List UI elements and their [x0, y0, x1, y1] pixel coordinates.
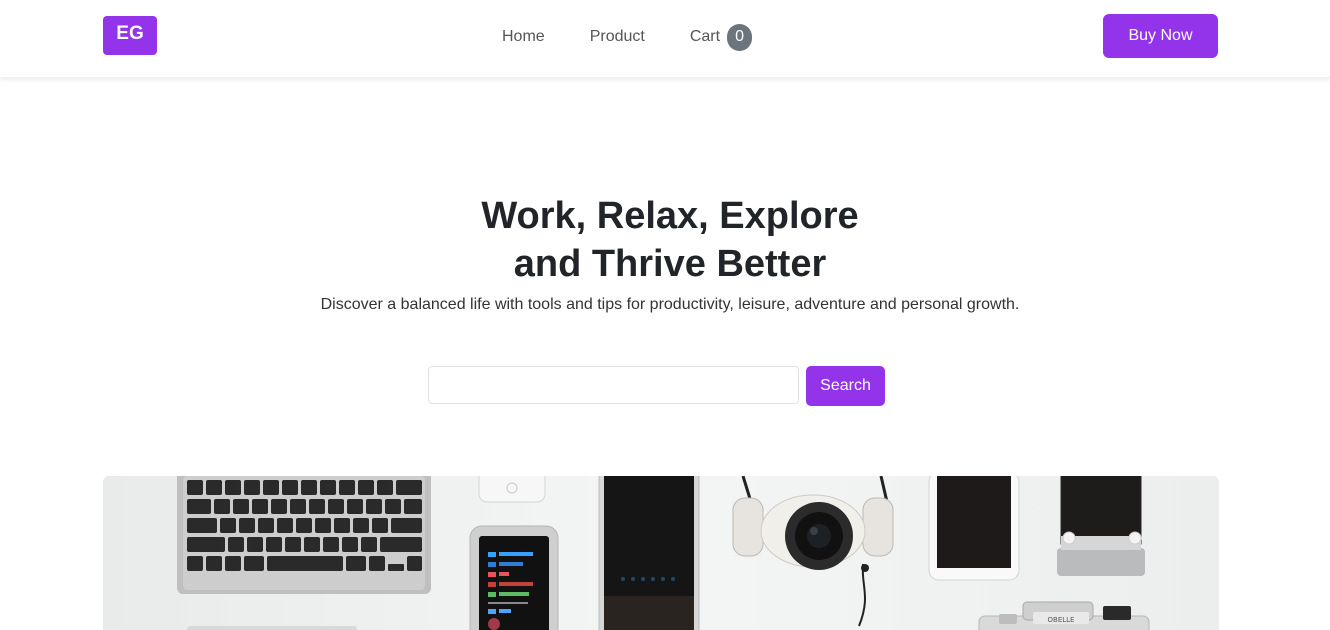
brand-logo[interactable]: EG [103, 16, 157, 55]
search-button[interactable]: Search [806, 366, 885, 406]
smartphone-small-icon [469, 525, 559, 630]
cart-count-badge: 0 [727, 23, 753, 51]
nav-links: Home Product Cart 0 [502, 20, 753, 54]
search-input[interactable] [428, 366, 799, 404]
camera-brand-text: OBELLE [1048, 616, 1075, 624]
hero-title-line-2: and Thrive Better [513, 243, 827, 285]
nav-link-cart-label: Cart [689, 28, 721, 45]
brand-logo-text: EG [116, 22, 144, 44]
nav-link-product[interactable]: Product [590, 28, 645, 46]
white-phone-icon [928, 476, 1020, 581]
hero-image: OBELLE [103, 476, 1219, 630]
mouse-icon [478, 476, 546, 503]
smartphone-large-icon [598, 476, 700, 630]
tablet-stand-icon [1057, 476, 1145, 576]
buy-now-button[interactable]: Buy Now [1103, 14, 1218, 58]
nav-link-home[interactable]: Home [502, 28, 545, 46]
navbar: EG Home Product Cart 0 Buy Now [0, 0, 1330, 78]
flat-lay-devices-photo: OBELLE [103, 476, 1219, 630]
nav-link-cart[interactable]: Cart 0 [689, 23, 753, 51]
hero-subtitle: Discover a balanced life with tools and … [320, 296, 1020, 313]
hero-title: Work, Relax, Explore and Thrive Better [0, 192, 1330, 288]
hero-title-line-1: Work, Relax, Explore [481, 195, 859, 237]
landing-page: EG Home Product Cart 0 Buy Now Work, Rel… [0, 0, 1330, 630]
